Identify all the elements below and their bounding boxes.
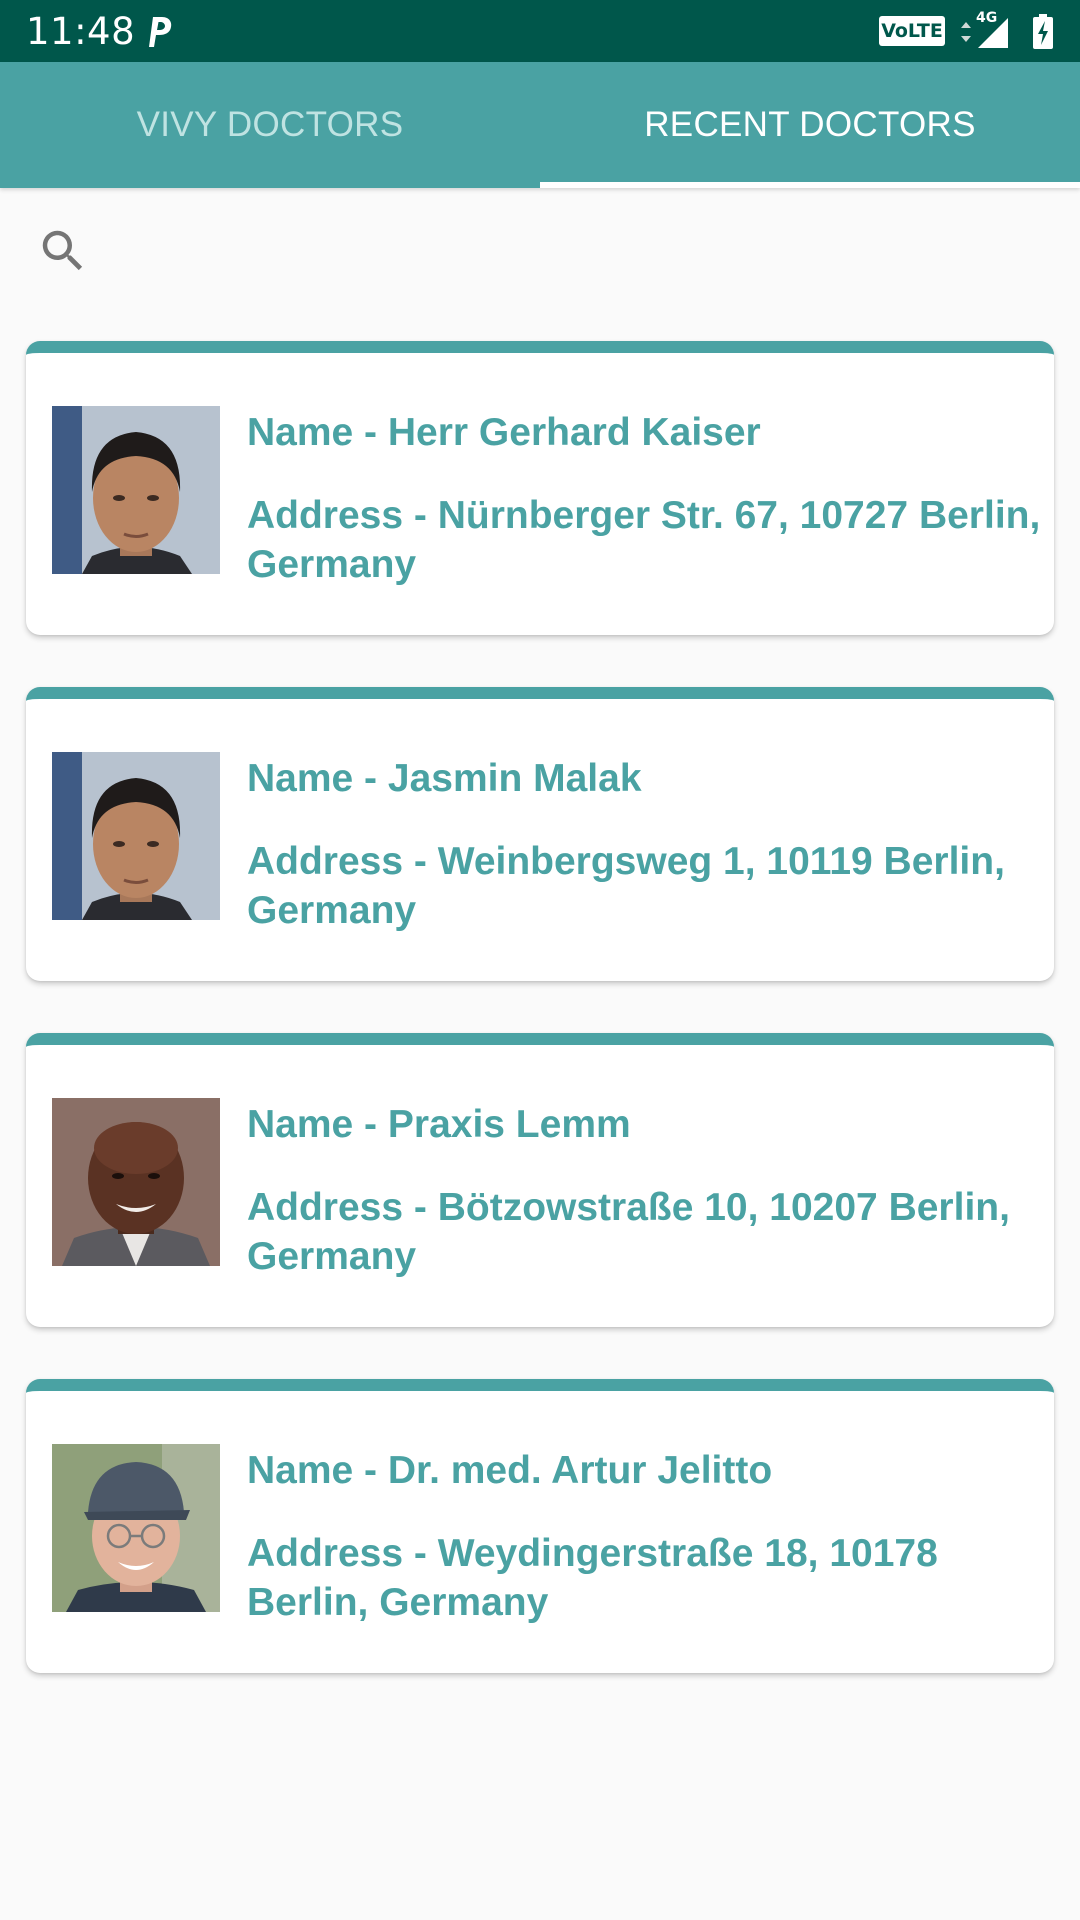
status-bar: 11:48 VoLTE 4G — [0, 0, 1080, 62]
volte-badge: VoLTE — [879, 16, 945, 46]
doctor-card[interactable]: Name - Jasmin Malak Address - Weinbergsw… — [26, 687, 1054, 981]
doctor-card[interactable]: Name - Dr. med. Artur Jelitto Address - … — [26, 1379, 1054, 1673]
battery-charging-icon — [1033, 14, 1053, 49]
doctor-avatar — [52, 406, 220, 574]
doctor-address: Address - Nürnberger Str. 67, 10727 Berl… — [247, 494, 1041, 586]
selected-tab-indicator — [540, 182, 1080, 188]
doctor-name: Name - Jasmin Malak — [247, 757, 642, 800]
doctor-avatar — [52, 1098, 220, 1266]
doctor-address: Address - Weydingerstraße 18, 10178 Berl… — [247, 1532, 938, 1624]
doctor-avatar — [52, 752, 220, 920]
doctor-name: Name - Dr. med. Artur Jelitto — [247, 1449, 773, 1492]
doctor-card[interactable]: Name - Herr Gerhard Kaiser Address - Nür… — [26, 341, 1054, 635]
doctor-address: Address - Weinbergsweg 1, 10119 Berlin, … — [247, 840, 1005, 932]
parking-app-icon — [149, 17, 172, 47]
tab-vivy-doctors[interactable]: VIVY DOCTORS — [0, 62, 540, 188]
doctor-address: Address - Bötzowstraße 10, 10207 Berlin,… — [247, 1186, 1010, 1278]
tab-recent-doctors[interactable]: RECENT DOCTORS — [540, 62, 1080, 188]
status-time: 11:48 — [26, 10, 136, 53]
search-icon[interactable] — [36, 224, 90, 278]
doctor-avatar — [52, 1444, 220, 1612]
doctor-name: Name - Praxis Lemm — [247, 1103, 631, 1146]
network-type-label: 4G — [976, 10, 998, 26]
tab-bar: VIVY DOCTORS RECENT DOCTORS — [0, 62, 1080, 188]
doctor-card[interactable]: Name - Praxis Lemm Address - Bötzowstraß… — [26, 1033, 1054, 1327]
network-activity-icon — [961, 22, 971, 42]
doctor-name: Name - Herr Gerhard Kaiser — [247, 411, 761, 454]
